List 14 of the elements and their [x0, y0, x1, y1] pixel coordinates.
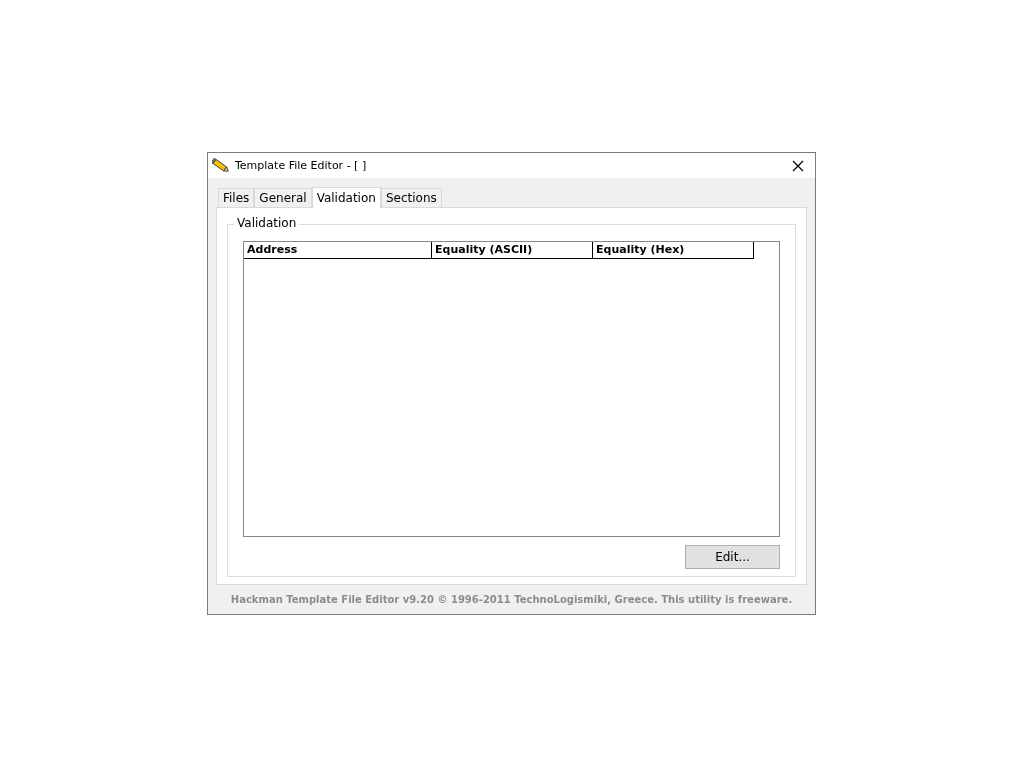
window-title: Template File Editor - [ ] — [235, 159, 368, 172]
tab[interactable]: General — [254, 188, 312, 207]
column-header[interactable]: Address — [244, 242, 432, 259]
group-title: Validation — [234, 216, 300, 230]
tab[interactable]: Files — [218, 188, 255, 207]
close-icon[interactable] — [792, 159, 804, 172]
tab[interactable]: Sections — [380, 188, 442, 207]
copyright-text: Hackman Template File Editor v9.20 © 1996-2011 TechnoLogismiki, Greece. This utility is freeware. — [230, 594, 793, 605]
column-header[interactable]: Equality (Hex) — [593, 242, 754, 259]
edit-button[interactable]: Edit... — [685, 545, 780, 569]
pencil-icon — [212, 157, 230, 174]
list-view[interactable]: Address Equality (ASCII) Equality (Hex) — [243, 241, 780, 537]
tab[interactable]: Validation — [311, 187, 381, 208]
column-header[interactable]: Equality (ASCII) — [432, 242, 593, 259]
